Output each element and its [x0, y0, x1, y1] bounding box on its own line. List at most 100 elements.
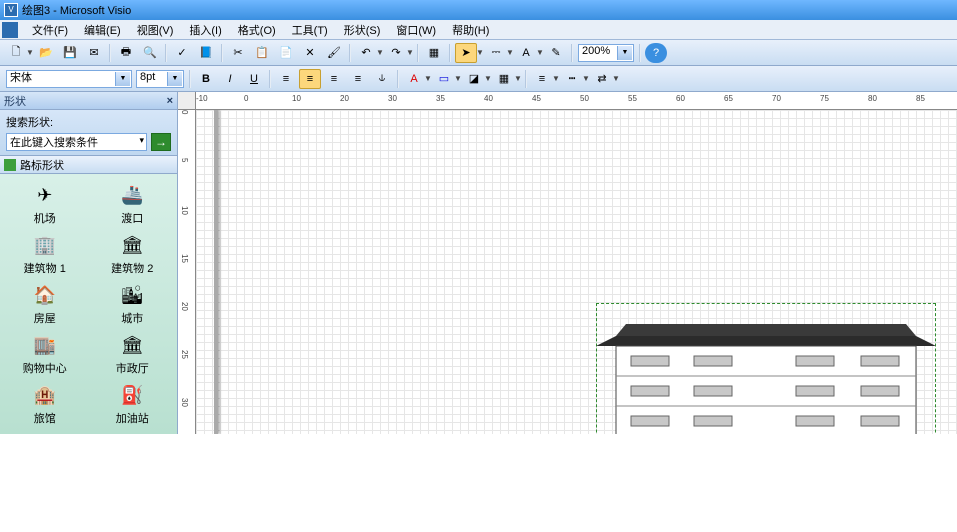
cut-button[interactable] [227, 43, 249, 63]
shape-stencil-icon: 🏢 [28, 232, 62, 258]
font-color-button[interactable] [403, 69, 425, 89]
shape-stencil-7[interactable]: 🏛市政厅 [90, 330, 176, 378]
font-input[interactable] [10, 71, 115, 83]
fill-color-button[interactable] [463, 69, 485, 89]
menu-shape[interactable]: 形状(S) [336, 20, 389, 40]
pointer-tool-button[interactable] [455, 43, 477, 63]
line-weight-dropdown[interactable]: ▼ [552, 74, 560, 83]
distribute-button[interactable]: ⫝ [371, 69, 393, 89]
ruler-v-tick: 30 [180, 398, 189, 407]
shape-stencil-3[interactable]: 🏛建筑物 2 [90, 230, 176, 278]
undo-button[interactable] [355, 43, 377, 63]
ruler-h-tick: 10 [292, 94, 301, 103]
shape-stencil-icon: 🏨 [28, 382, 62, 408]
text-dropdown[interactable]: ▼ [536, 48, 544, 57]
building-shape[interactable] [596, 306, 936, 434]
redo-dropdown[interactable]: ▼ [406, 48, 414, 57]
font-size-combo[interactable] [136, 70, 184, 88]
line-pattern-button[interactable]: ┅ [561, 69, 583, 89]
open-button[interactable] [35, 43, 57, 63]
shape-stencil-label: 购物中心 [23, 360, 67, 376]
line-color-button[interactable] [433, 69, 455, 89]
zoom-input[interactable] [582, 45, 617, 57]
shape-stencil-4[interactable]: 🏠房屋 [2, 280, 88, 328]
spell-button[interactable] [171, 43, 193, 63]
font-combo[interactable] [6, 70, 132, 88]
ruler-v-tick: 20 [180, 302, 189, 311]
print-button[interactable] [115, 43, 137, 63]
shape-stencil-label: 市政厅 [116, 360, 149, 376]
print-preview-button[interactable] [139, 43, 161, 63]
menu-view[interactable]: 视图(V) [129, 20, 182, 40]
paste-button[interactable] [275, 43, 297, 63]
connector-tool-button[interactable] [485, 43, 507, 63]
align-justify-button[interactable] [347, 69, 369, 89]
font-size-input[interactable] [140, 71, 167, 83]
help-button[interactable]: ? [645, 43, 667, 63]
align-left-button[interactable] [275, 69, 297, 89]
menu-format[interactable]: 格式(O) [230, 20, 284, 40]
font-color-dropdown[interactable]: ▼ [424, 74, 432, 83]
shape-stencil-icon: 🏙 [115, 282, 149, 308]
shapes-search-combo[interactable]: 在此键入搜索条件 [6, 133, 147, 151]
line-ends-dropdown[interactable]: ▼ [612, 74, 620, 83]
separator [525, 70, 527, 88]
line-pattern-dropdown[interactable]: ▼ [582, 74, 590, 83]
shape-stencil-label: 房屋 [34, 310, 56, 326]
undo-dropdown[interactable]: ▼ [376, 48, 384, 57]
align-right-button[interactable] [323, 69, 345, 89]
connector-dropdown[interactable]: ▼ [506, 48, 514, 57]
delete-button[interactable]: ✕ [299, 43, 321, 63]
menu-help[interactable]: 帮助(H) [444, 20, 497, 40]
new-dropdown[interactable]: ▼ [26, 48, 34, 57]
shadow-dropdown[interactable]: ▼ [514, 74, 522, 83]
underline-button[interactable] [243, 69, 265, 89]
shape-stencil-8[interactable]: 🏨旅馆 [2, 380, 88, 428]
italic-button[interactable] [219, 69, 241, 89]
ruler-h-tick: 80 [868, 94, 877, 103]
ink-tool-button[interactable] [545, 43, 567, 63]
new-button[interactable] [5, 43, 27, 63]
shape-stencil-icon: 🏛 [115, 232, 149, 258]
shape-stencil-6[interactable]: 🏬购物中心 [2, 330, 88, 378]
text-tool-button[interactable] [515, 43, 537, 63]
separator [269, 70, 271, 88]
shape-stencil-1[interactable]: 🚢渡口 [90, 180, 176, 228]
shape-stencil-2[interactable]: 🏢建筑物 1 [2, 230, 88, 278]
shapes-search-label: 搜索形状: [6, 114, 171, 130]
shapes-category-header[interactable]: 路标形状 [0, 156, 177, 174]
separator [349, 44, 351, 62]
shape-stencil-0[interactable]: ✈机场 [2, 180, 88, 228]
zoom-combo[interactable] [578, 44, 634, 62]
shapes-search-go-button[interactable]: → [151, 133, 171, 151]
bold-button[interactable] [195, 69, 217, 89]
shape-stencil-9[interactable]: ⛽加油站 [90, 380, 176, 428]
line-color-dropdown[interactable]: ▼ [454, 74, 462, 83]
shapes-window-button[interactable]: ▦ [423, 43, 445, 63]
ruler-h-tick: 40 [484, 94, 493, 103]
format-painter-button[interactable] [323, 43, 345, 63]
email-button[interactable]: ✉ [83, 43, 105, 63]
menu-insert[interactable]: 插入(I) [181, 20, 229, 40]
line-weight-button[interactable]: ≡ [531, 69, 553, 89]
pointer-dropdown[interactable]: ▼ [476, 48, 484, 57]
ruler-h-tick: 30 [388, 94, 397, 103]
shadow-button[interactable] [493, 69, 515, 89]
copy-button[interactable] [251, 43, 273, 63]
redo-button[interactable] [385, 43, 407, 63]
align-center-button[interactable] [299, 69, 321, 89]
drawing-canvas[interactable]: 根据我的操作输入文字即可 [196, 110, 957, 434]
shape-stencil-label: 机场 [34, 210, 56, 226]
research-button[interactable] [195, 43, 217, 63]
shape-stencil-5[interactable]: 🏙城市 [90, 280, 176, 328]
menu-file[interactable]: 文件(F) [24, 20, 76, 40]
fill-color-dropdown[interactable]: ▼ [484, 74, 492, 83]
menu-edit[interactable]: 编辑(E) [76, 20, 129, 40]
separator [571, 44, 573, 62]
menu-tools[interactable]: 工具(T) [284, 20, 336, 40]
line-ends-button[interactable]: ⇄ [591, 69, 613, 89]
shapes-panel-close-button[interactable]: × [167, 95, 173, 107]
save-button[interactable] [59, 43, 81, 63]
ruler-h-tick: 35 [436, 94, 445, 103]
menu-window[interactable]: 窗口(W) [388, 20, 444, 40]
